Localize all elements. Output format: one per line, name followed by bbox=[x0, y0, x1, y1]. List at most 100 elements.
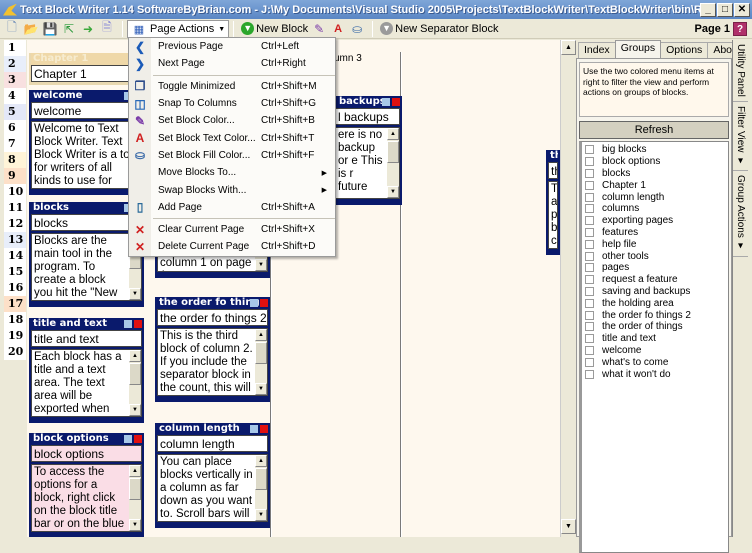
scroll-down-icon[interactable]: ▼ bbox=[255, 383, 267, 395]
group-item[interactable]: features bbox=[582, 227, 728, 239]
help-icon[interactable]: ? bbox=[733, 22, 747, 36]
scroll-thumb[interactable] bbox=[255, 342, 267, 364]
group-checkbox[interactable] bbox=[585, 251, 594, 261]
group-item[interactable]: columns bbox=[582, 203, 728, 215]
block-block-options[interactable]: block options block options To access th… bbox=[29, 433, 144, 537]
block-text-area[interactable]: Welcome to Text Block Writer. Text Block… bbox=[31, 121, 142, 189]
page-number-19[interactable]: 19 bbox=[4, 328, 26, 344]
block-title-field[interactable]: Chapter 1 bbox=[31, 65, 142, 82]
close-square-icon[interactable] bbox=[260, 425, 268, 433]
block-column-length[interactable]: column length column length You can plac… bbox=[155, 423, 270, 528]
block-title-field[interactable]: column length bbox=[157, 435, 268, 452]
scrollbar[interactable]: ▲▼ bbox=[255, 455, 267, 521]
block-title-bar[interactable]: Chapter 1 bbox=[31, 53, 142, 65]
page-number-4[interactable]: 4 bbox=[4, 88, 26, 104]
group-item[interactable]: title and text bbox=[582, 333, 728, 345]
scroll-up-icon[interactable]: ▲ bbox=[387, 128, 399, 140]
group-checkbox[interactable] bbox=[585, 286, 594, 296]
canvas-scrollbar[interactable]: ▲ ▼ bbox=[560, 40, 576, 537]
page-number-12[interactable]: 12 bbox=[4, 216, 26, 232]
block-title-bar[interactable]: welcome bbox=[31, 90, 142, 102]
scroll-up-icon[interactable]: ▲ bbox=[129, 350, 141, 362]
tab-options[interactable]: Options bbox=[660, 42, 709, 58]
side-tab-utility-panel[interactable]: Utility Panel bbox=[733, 40, 748, 102]
close-button[interactable]: ✕ bbox=[734, 2, 750, 17]
group-item[interactable]: other tools bbox=[582, 250, 728, 262]
scroll-down-icon[interactable]: ▼ bbox=[255, 259, 267, 271]
menu-item-delete-current-page[interactable]: ✕ Delete Current Page Ctrl+Shift+D bbox=[129, 238, 335, 255]
group-item[interactable]: saving and backups bbox=[582, 286, 728, 298]
block-title-field[interactable]: the order fo things 2 bbox=[157, 309, 268, 326]
group-item[interactable]: what it won't do bbox=[582, 368, 728, 380]
group-item[interactable]: the order fo things 2 bbox=[582, 309, 728, 321]
scroll-down-icon[interactable]: ▼ bbox=[129, 288, 141, 300]
block-title-field[interactable]: the bbox=[548, 162, 558, 179]
open-folder-icon[interactable]: 📂 bbox=[23, 21, 39, 37]
page-number-2[interactable]: 2 bbox=[4, 56, 26, 72]
page-number-17[interactable]: 17 bbox=[4, 296, 26, 312]
group-checkbox[interactable] bbox=[585, 157, 594, 167]
page-number-18[interactable]: 18 bbox=[4, 312, 26, 328]
block-title-bar[interactable]: the bbox=[548, 150, 558, 162]
group-item[interactable]: column length bbox=[582, 191, 728, 203]
menu-item-swap-blocks-with[interactable]: Swap Blocks With... ▶ bbox=[129, 181, 335, 198]
menu-item-set-block-fill-color[interactable]: ⛀ Set Block Fill Color... Ctrl+Shift+F bbox=[129, 147, 335, 164]
scroll-up-icon[interactable]: ▲ bbox=[129, 465, 141, 477]
group-checkbox[interactable] bbox=[585, 180, 594, 190]
scroll-thumb[interactable] bbox=[129, 363, 141, 385]
close-square-icon[interactable] bbox=[260, 299, 268, 307]
group-checkbox[interactable] bbox=[585, 275, 594, 285]
scrollbar[interactable]: ▲▼ bbox=[129, 350, 141, 416]
close-square-icon[interactable] bbox=[392, 98, 400, 106]
block-text-area[interactable]: Th a p blo ca yo bbox=[548, 181, 558, 249]
new-separator-block-button[interactable]: ▼ New Separator Block bbox=[377, 20, 501, 38]
print-preview-icon[interactable]: 🗎 bbox=[99, 20, 115, 37]
page-number-6[interactable]: 6 bbox=[4, 120, 26, 136]
page-number-10[interactable]: 10 bbox=[4, 184, 26, 200]
minimize-square-icon[interactable] bbox=[124, 435, 132, 443]
minimize-square-icon[interactable] bbox=[382, 98, 390, 106]
group-item[interactable]: request a feature bbox=[582, 274, 728, 286]
paint-bucket-icon[interactable]: ⛀ bbox=[349, 21, 365, 37]
scroll-up-icon[interactable]: ▲ bbox=[255, 455, 267, 467]
page-number-5[interactable]: 5 bbox=[4, 104, 26, 120]
group-checkbox[interactable] bbox=[585, 239, 594, 249]
block-chapter-1[interactable]: Chapter 1 Chapter 1 bbox=[29, 53, 144, 85]
group-checkbox[interactable] bbox=[585, 145, 594, 155]
group-checkbox[interactable] bbox=[585, 298, 594, 308]
menu-item-previous-page[interactable]: ❮ Previous Page Ctrl+Left bbox=[129, 38, 335, 55]
close-square-icon[interactable] bbox=[134, 320, 142, 328]
block-title-bar[interactable]: block options bbox=[31, 433, 142, 445]
refresh-button[interactable]: Refresh bbox=[579, 121, 729, 139]
menu-item-clear-current-page[interactable]: ✕ Clear Current Page Ctrl+Shift+X bbox=[129, 221, 335, 238]
group-item[interactable]: what's to come bbox=[582, 356, 728, 368]
block-text-area[interactable]: Blocks are the main tool in the program.… bbox=[31, 233, 142, 301]
group-item[interactable]: the order of things bbox=[582, 321, 728, 333]
menu-item-snap-to-columns[interactable]: ◫ Snap To Columns Ctrl+Shift+G bbox=[129, 95, 335, 112]
group-checkbox[interactable] bbox=[585, 322, 594, 332]
page-number-15[interactable]: 15 bbox=[4, 264, 26, 280]
page-actions-button[interactable]: ▦ Page Actions ▼ bbox=[127, 19, 230, 38]
menu-item-set-block-color[interactable]: ✎ Set Block Color... Ctrl+Shift+B bbox=[129, 112, 335, 129]
save-icon[interactable]: 💾 bbox=[42, 21, 58, 37]
minimize-button[interactable]: _ bbox=[700, 2, 716, 17]
scroll-up-icon[interactable]: ▲ bbox=[561, 40, 576, 55]
block-the-order-fo-things-2[interactable]: the order fo things 2 the order fo thing… bbox=[155, 297, 270, 402]
scroll-up-icon[interactable]: ▲ bbox=[255, 329, 267, 341]
export-icon[interactable]: ⇱ bbox=[61, 21, 77, 37]
scroll-down-icon[interactable]: ▼ bbox=[255, 509, 267, 521]
block-title-field[interactable]: blocks bbox=[31, 214, 142, 231]
group-item[interactable]: the holding area bbox=[582, 297, 728, 309]
scrollbar[interactable]: ▲▼ bbox=[387, 128, 399, 198]
scroll-down-icon[interactable]: ▼ bbox=[387, 186, 399, 198]
close-square-icon[interactable] bbox=[134, 435, 142, 443]
block-text-area[interactable]: You can place blocks vertically in a col… bbox=[157, 454, 268, 522]
scrollbar[interactable]: ▲▼ bbox=[129, 465, 141, 531]
block-title-and-text[interactable]: title and text title and text Each block… bbox=[29, 318, 144, 423]
group-checkbox[interactable] bbox=[585, 192, 594, 202]
group-item[interactable]: blocks bbox=[582, 168, 728, 180]
menu-item-set-block-text-color[interactable]: A Set Block Text Color... Ctrl+Shift+T bbox=[129, 129, 335, 146]
side-tab-filter-view[interactable]: Filter View ▾ bbox=[733, 102, 748, 172]
page-number-9[interactable]: 9 bbox=[4, 168, 26, 184]
group-item[interactable]: exporting pages bbox=[582, 215, 728, 227]
